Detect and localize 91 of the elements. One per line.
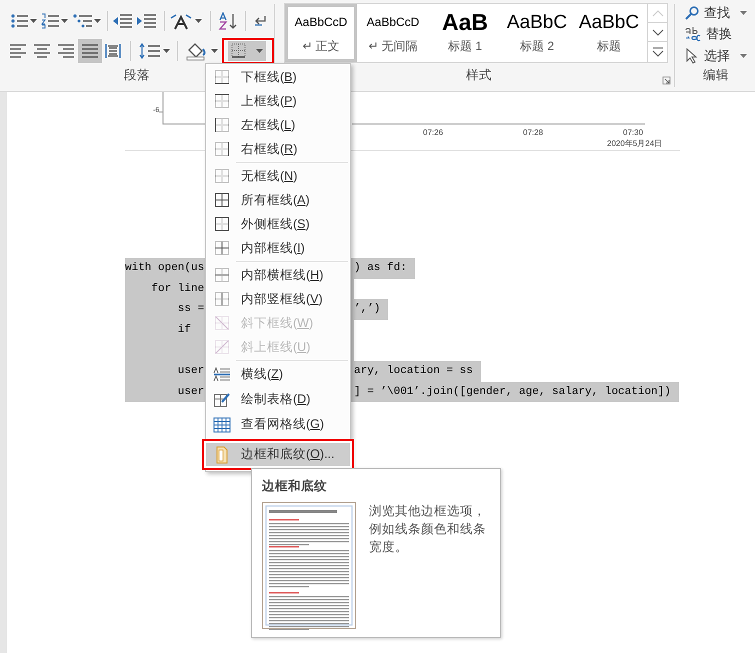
menu-item[interactable]: 绘制表格(D) (202, 387, 354, 412)
style-item[interactable]: AaBbC 标题 2 (501, 4, 573, 62)
page-icon (215, 446, 229, 464)
caret-icon (30, 19, 37, 23)
command-button[interactable]: 选择 (685, 44, 755, 66)
code-text: ) as fd: (354, 261, 408, 276)
replace-icon (685, 26, 701, 42)
menu-item[interactable]: 边框和底纹(O)... (202, 439, 354, 470)
chart-axis-line (158, 92, 206, 124)
code-text: with open(us (125, 261, 205, 276)
caret-icon (94, 19, 101, 23)
caret-icon (195, 19, 202, 23)
axis-tick-label: 07:28 (523, 127, 544, 139)
alignment-icon (9, 43, 27, 59)
axis-tick-label: 07:26 (423, 127, 444, 139)
line-spacing-icon (139, 42, 161, 60)
border-icon (214, 291, 230, 307)
menu-item[interactable]: 上框线(P) (202, 89, 354, 113)
menu-item[interactable]: 所有框线(A) (202, 188, 354, 212)
border-icon (214, 216, 230, 232)
caret-icon (61, 19, 68, 23)
border-icon (214, 315, 230, 331)
return-arrow-icon (253, 14, 267, 28)
caret-icon (740, 10, 747, 15)
caret-icon (163, 49, 170, 53)
grid-icon (213, 416, 231, 432)
alignment-icon (81, 43, 99, 59)
menu-item[interactable]: 内部框线(I) (202, 236, 354, 260)
caret-icon (740, 54, 747, 58)
group-label: 样式 (466, 67, 492, 84)
border-icon (214, 168, 230, 184)
border-icon (214, 141, 230, 157)
border-icon (214, 93, 230, 109)
caret-icon (256, 49, 262, 53)
code-text: for line (150, 282, 205, 297)
menu-item[interactable]: 右框线(R) (202, 137, 354, 161)
command-button[interactable]: 替换 (685, 23, 755, 45)
horizontal-line-icon (213, 366, 231, 382)
pointer-icon (685, 48, 699, 64)
border-icon (214, 267, 230, 283)
decrease-indent-icon (112, 13, 132, 29)
menu-item[interactable]: 内部横框线(H) (202, 263, 354, 287)
menu-item[interactable]: 查看网格线(G) (202, 412, 354, 437)
code-text: ary, location = ss (354, 364, 474, 380)
style-item[interactable]: AaB 标题 1 (429, 4, 501, 62)
border-icon (214, 339, 230, 355)
dialog-launcher-button[interactable] (662, 76, 671, 85)
tooltip-title: 边框和底纹 (262, 478, 328, 495)
border-icon (214, 240, 230, 256)
justify-button[interactable] (78, 39, 102, 63)
search-icon (685, 6, 699, 20)
letter-a-arrows-icon (169, 12, 193, 30)
border-grid-icon (228, 41, 250, 61)
border-icon (214, 69, 230, 85)
code-text: if (176, 322, 192, 338)
code-text: ss = (176, 302, 205, 318)
increase-indent-icon (136, 13, 156, 29)
menu-item[interactable]: 左框线(L) (202, 113, 354, 137)
code-text: ’,’) (354, 302, 382, 318)
border-icon (214, 117, 230, 133)
border-icon (214, 192, 230, 208)
menu-item[interactable]: 无框线(N) (202, 164, 354, 188)
axis-tick-label: 07:30 (623, 127, 644, 139)
code-text: user (176, 364, 205, 380)
bullet-list-icon (10, 13, 28, 29)
alignment-icon (57, 43, 75, 59)
menu-item[interactable]: 内部竖框线(V) (202, 287, 354, 311)
command-button[interactable]: 查找 (685, 2, 755, 24)
distribute-icon (105, 43, 121, 59)
group-label: 编辑 (703, 67, 730, 84)
style-item[interactable]: AaBbC 标题 (573, 4, 645, 62)
caret-icon (211, 49, 218, 53)
axis-date-label: 2020年5月24日 (607, 138, 662, 150)
pencil-table-icon (213, 390, 231, 408)
chevron-up-icon (652, 10, 664, 16)
menu-item[interactable]: 下框线(B) (202, 65, 354, 89)
tooltip-description: 浏览其他边框选项，例如线条颜色和线条宽度。 (369, 502, 487, 556)
group-label: 段落 (124, 67, 150, 84)
style-item[interactable]: AaBbCcD ↵ 正文 (285, 4, 357, 62)
alignment-icon (33, 43, 51, 59)
sort-icon (218, 12, 238, 30)
menu-item[interactable]: 外侧框线(S) (202, 212, 354, 236)
chevron-down-icon (652, 28, 664, 36)
code-text: user (176, 384, 205, 400)
multilevel-list-icon (72, 13, 92, 29)
style-item[interactable]: AaBbCcD ↵ 无间隔 (357, 4, 429, 62)
expand-icon (652, 46, 664, 56)
code-text: ] = ’\001’.join([gender, age, salary, location]) (354, 384, 672, 400)
launcher-icon (662, 76, 671, 85)
menu-item[interactable]: 横线(Z) (202, 362, 354, 387)
numbered-list-icon (41, 13, 59, 29)
